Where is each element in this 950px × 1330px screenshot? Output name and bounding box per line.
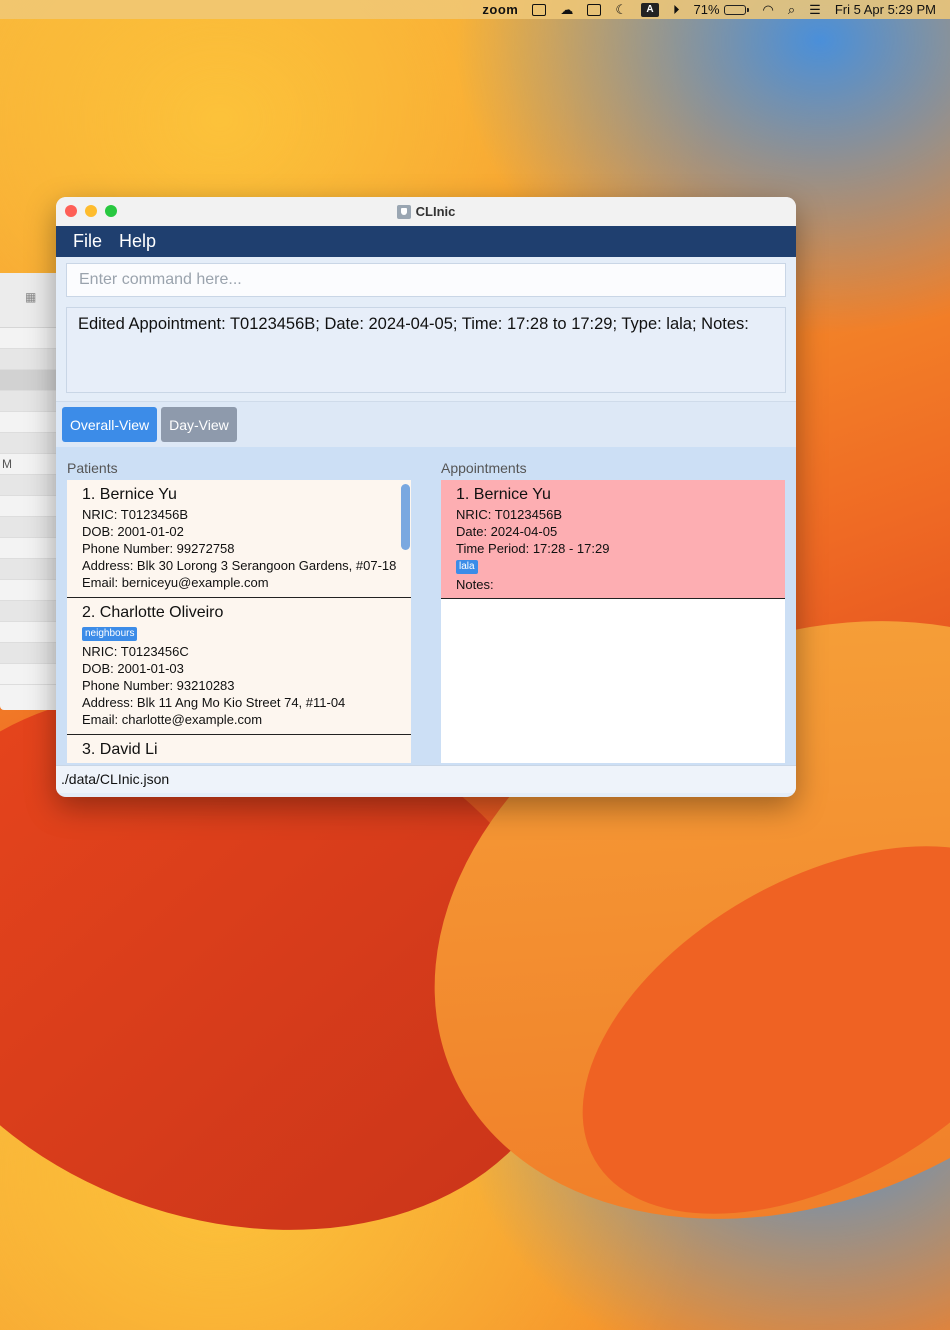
clock-time: 5:29 PM (887, 2, 936, 17)
appointment-list[interactable]: 1. Bernice Yu NRIC: T0123456B Date: 2024… (441, 480, 785, 763)
patient-dob: DOB: 2001-01-02 (82, 524, 184, 539)
zoom-status-item[interactable]: zoom (482, 0, 518, 19)
grid-view-icon[interactable]: ▦ (25, 290, 43, 304)
outlook-icon[interactable] (532, 0, 547, 19)
patient-card[interactable]: 1. Bernice Yu NRIC: T0123456B DOB: 2001-… (67, 480, 411, 598)
patient-nric: NRIC: T0123456C (82, 644, 189, 659)
patient-name: 1. Bernice Yu (82, 486, 177, 503)
patient-phone: Phone Number: 93210283 (82, 678, 235, 693)
patient-nric: NRIC: T0123456B (82, 507, 188, 522)
command-input[interactable] (66, 263, 786, 297)
appointment-nric: NRIC: T0123456B (456, 507, 562, 522)
appointment-patient-name: 1. Bernice Yu (456, 486, 551, 503)
patient-card[interactable]: 3. David Li family (67, 735, 411, 763)
battery-status[interactable]: 71% (694, 0, 749, 19)
patient-tag: neighbours (82, 627, 138, 641)
patient-address: Address: Blk 11 Ang Mo Kio Street 74, #1… (82, 695, 346, 710)
appointment-date: Date: 2024-04-05 (456, 524, 558, 539)
clock[interactable]: Fri 5 Apr 5:29 PM (835, 0, 936, 19)
view-tabs: Overall-View Day-View (56, 401, 796, 447)
appointments-label: Appointments (441, 460, 527, 476)
app-menu-bar: File Help (56, 226, 796, 257)
background-window-text: M (0, 454, 60, 475)
background-window[interactable]: ▦ M (0, 273, 60, 710)
screen-icon[interactable] (587, 0, 602, 19)
battery-icon (723, 4, 749, 15)
zoom-window-button[interactable] (105, 205, 117, 217)
patient-address: Address: Blk 30 Lorong 3 Serangoon Garde… (82, 558, 397, 573)
status-bar-file-path: ./data/CLInic.json (56, 765, 796, 793)
appointment-type-tag: lala (456, 560, 478, 574)
tab-day-view[interactable]: Day-View (161, 407, 237, 442)
patients-label: Patients (67, 460, 118, 476)
patient-name: 2. Charlotte Oliveiro (82, 604, 224, 621)
wifi-icon[interactable]: ◠ (763, 0, 774, 19)
result-display: Edited Appointment: T0123456B; Date: 202… (66, 307, 786, 393)
tab-overall-view[interactable]: Overall-View (62, 407, 158, 442)
appointment-notes: Notes: (456, 577, 494, 592)
battery-percent: 71% (693, 2, 720, 17)
patient-list[interactable]: 1. Bernice Yu NRIC: T0123456B DOB: 2001-… (67, 480, 411, 763)
menu-help[interactable]: Help (119, 231, 156, 252)
spotlight-search-icon[interactable]: ⌕ (788, 0, 795, 19)
patient-dob: DOB: 2001-01-03 (82, 661, 184, 676)
play-icon[interactable]: ⏵ (673, 0, 680, 19)
patient-name: 3. David Li (82, 741, 158, 758)
app-icon (396, 204, 411, 219)
minimize-window-button[interactable] (85, 205, 97, 217)
patient-email: Email: berniceyu@example.com (82, 575, 269, 590)
title-bar[interactable]: CLInic (56, 197, 796, 226)
focus-moon-icon[interactable]: ☾ (615, 0, 627, 19)
close-window-button[interactable] (65, 205, 77, 217)
system-menu-bar: zoom ☁ ☾ A ⏵ 71% ◠ ⌕ ☰ Fri 5 Apr 5:29 PM (0, 0, 950, 19)
patient-card[interactable]: 2. Charlotte Oliveiro neighbours NRIC: T… (67, 598, 411, 735)
control-center-icon[interactable]: ☰ (809, 0, 821, 19)
patient-email: Email: charlotte@example.com (82, 712, 263, 727)
app-window: CLInic File Help Edited Appointment: T01… (56, 197, 796, 797)
window-title: CLInic (415, 204, 456, 219)
input-source-icon[interactable]: A (641, 0, 660, 19)
appointment-time-period: Time Period: 17:28 - 17:29 (456, 541, 610, 556)
creative-cloud-icon[interactable]: ☁ (560, 0, 573, 19)
appointment-card[interactable]: 1. Bernice Yu NRIC: T0123456B Date: 2024… (441, 480, 785, 599)
patient-list-scrollbar[interactable] (401, 484, 410, 550)
patient-phone: Phone Number: 99272758 (82, 541, 235, 556)
clock-date: Fri 5 Apr (834, 2, 884, 17)
content-panes: Patients Appointments 1. Bernice Yu NRIC… (56, 447, 796, 765)
menu-file[interactable]: File (73, 231, 102, 252)
